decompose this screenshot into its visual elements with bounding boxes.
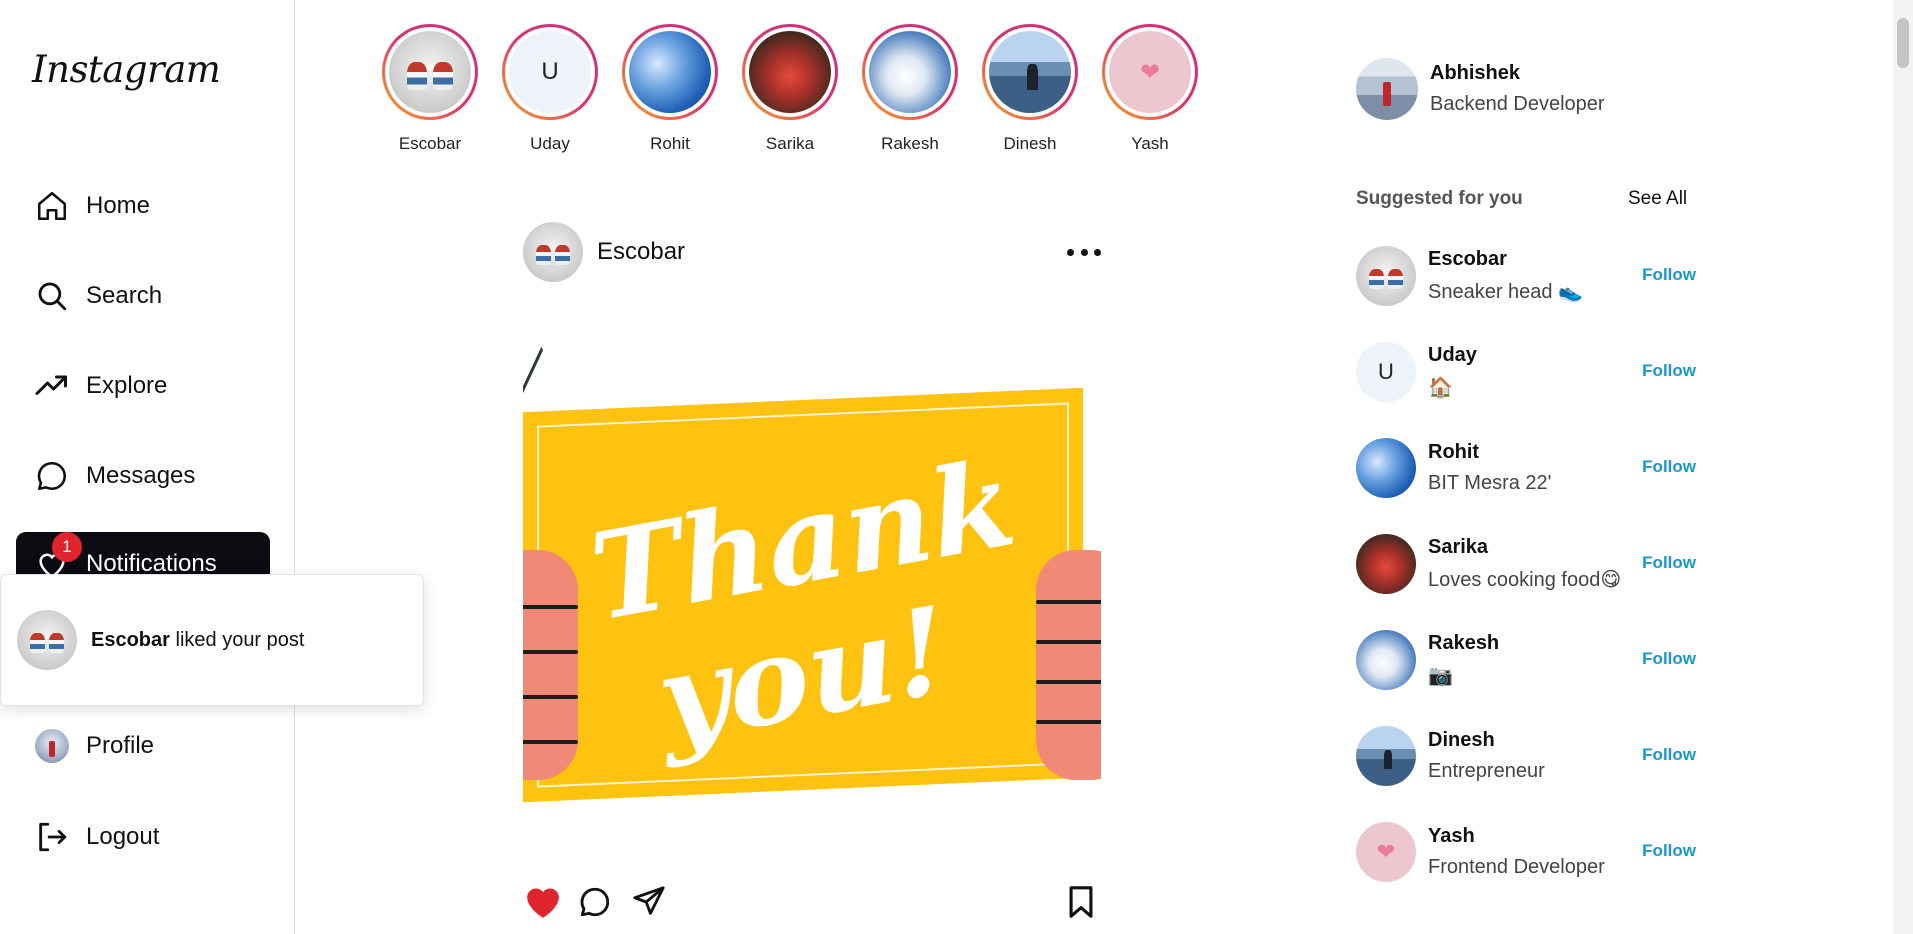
- story-avatar: ❤: [1109, 31, 1191, 113]
- suggestion-avatar[interactable]: [1356, 246, 1416, 306]
- nav-logout-label: Logout: [86, 823, 160, 850]
- post-header: Escobar: [523, 222, 1101, 282]
- nav-profile[interactable]: Profile: [16, 714, 270, 778]
- comment-icon[interactable]: [575, 882, 615, 922]
- follow-button[interactable]: Follow: [1642, 745, 1696, 765]
- story-name: Rohit: [650, 134, 690, 153]
- thank-you-card: Thank you!: [523, 387, 1083, 803]
- story-yash[interactable]: ❤ Yash: [1098, 24, 1202, 154]
- notification-message: liked your post: [175, 628, 305, 651]
- nav-home-label: Home: [86, 192, 151, 219]
- scrollbar[interactable]: [1893, 0, 1913, 934]
- story-name: Uday: [530, 134, 570, 153]
- sidebar: Instagram Home Search Explore Messages 1…: [0, 0, 295, 934]
- suggestion-avatar[interactable]: ❤: [1356, 822, 1416, 882]
- profile-avatar: [34, 728, 70, 764]
- post-author-avatar[interactable]: [523, 222, 583, 282]
- nav-explore-label: Explore: [86, 372, 168, 399]
- nav-home[interactable]: Home: [16, 174, 270, 238]
- instagram-logo[interactable]: Instagram: [32, 48, 221, 91]
- left-hand: [523, 550, 578, 780]
- follow-button[interactable]: Follow: [1642, 841, 1696, 861]
- see-all-link[interactable]: See All: [1628, 188, 1687, 210]
- story-name: Dinesh: [1003, 134, 1057, 153]
- post-image[interactable]: Thank you!: [523, 300, 1101, 860]
- story-sarika[interactable]: Sarika: [738, 24, 842, 154]
- follow-button[interactable]: Follow: [1642, 457, 1696, 477]
- nav-search-label: Search: [86, 282, 163, 309]
- story-avatar: [389, 31, 471, 113]
- story-rohit[interactable]: Rohit: [618, 24, 722, 154]
- current-user-role: Backend Developer: [1430, 93, 1605, 115]
- suggestion-avatar[interactable]: [1356, 630, 1416, 690]
- post-author-name[interactable]: Escobar: [597, 238, 685, 266]
- story-name: Yash: [1131, 134, 1169, 153]
- nav-messages-label: Messages: [86, 462, 196, 489]
- story-escobar[interactable]: Escobar: [378, 24, 482, 154]
- story-avatar: [749, 31, 831, 113]
- story-uday[interactable]: U Uday: [498, 24, 602, 154]
- suggestion-avatar[interactable]: [1356, 534, 1416, 594]
- nav-logout[interactable]: Logout: [16, 805, 270, 869]
- logout-icon: [34, 819, 70, 855]
- suggestion-row: Rohit BIT Mesra 22' Follow: [1356, 437, 1696, 499]
- follow-button[interactable]: Follow: [1642, 649, 1696, 669]
- story-name: Escobar: [398, 134, 462, 153]
- home-icon: [34, 188, 70, 224]
- current-user-name: Abhishek: [1430, 62, 1521, 84]
- notification-badge: 1: [52, 532, 82, 562]
- notification-popup[interactable]: Escobar liked your post: [0, 574, 424, 706]
- current-user-avatar: [1356, 58, 1418, 120]
- story-avatar: [869, 31, 951, 113]
- suggestion-avatar[interactable]: U: [1356, 342, 1416, 402]
- share-icon[interactable]: [629, 882, 669, 922]
- suggestion-row: Sarika Loves cooking food😋 Follow: [1356, 533, 1696, 595]
- story-avatar: [629, 31, 711, 113]
- suggestion-avatar[interactable]: [1356, 726, 1416, 786]
- current-user[interactable]: Abhishek Backend Developer: [1356, 58, 1605, 120]
- nav-profile-label: Profile: [86, 732, 155, 759]
- right-hand: [1036, 550, 1101, 780]
- post-actions: [523, 882, 1101, 922]
- notification-avatar: [17, 610, 77, 670]
- suggestion-row: Escobar Sneaker head 👟 Follow: [1356, 245, 1696, 307]
- story-avatar: U: [509, 31, 591, 113]
- notification-user[interactable]: Escobar: [91, 629, 170, 651]
- nav-search[interactable]: Search: [16, 264, 270, 328]
- story-dinesh[interactable]: Dinesh: [978, 24, 1082, 154]
- nav-explore[interactable]: Explore: [16, 354, 270, 418]
- suggestion-row: Rakesh 📷 Follow: [1356, 629, 1696, 691]
- story-name: Sarika: [765, 134, 815, 153]
- story-rakesh[interactable]: Rakesh: [858, 24, 962, 154]
- nav-messages[interactable]: Messages: [16, 444, 270, 508]
- suggestion-avatar[interactable]: [1356, 438, 1416, 498]
- suggestion-row: U Uday 🏠 Follow: [1356, 341, 1696, 403]
- search-icon: [34, 278, 70, 314]
- follow-button[interactable]: Follow: [1642, 553, 1696, 573]
- story-avatar: [989, 31, 1071, 113]
- follow-button[interactable]: Follow: [1642, 361, 1696, 381]
- message-icon: [34, 458, 70, 494]
- story-name: Rakesh: [881, 134, 939, 153]
- suggestion-row: Dinesh Entrepreneur Follow: [1356, 725, 1696, 787]
- suggestions-title: Suggested for you: [1356, 188, 1523, 209]
- bookmark-icon[interactable]: [1061, 882, 1101, 922]
- more-options-icon[interactable]: [1067, 240, 1101, 264]
- follow-button[interactable]: Follow: [1642, 265, 1696, 285]
- suggestion-row: ❤ Yash Frontend Developer Follow: [1356, 821, 1696, 883]
- like-icon[interactable]: [523, 882, 563, 922]
- scrollbar-thumb[interactable]: [1897, 18, 1909, 68]
- trending-icon: [34, 368, 70, 404]
- notification-text: Escobar liked your post: [91, 629, 304, 652]
